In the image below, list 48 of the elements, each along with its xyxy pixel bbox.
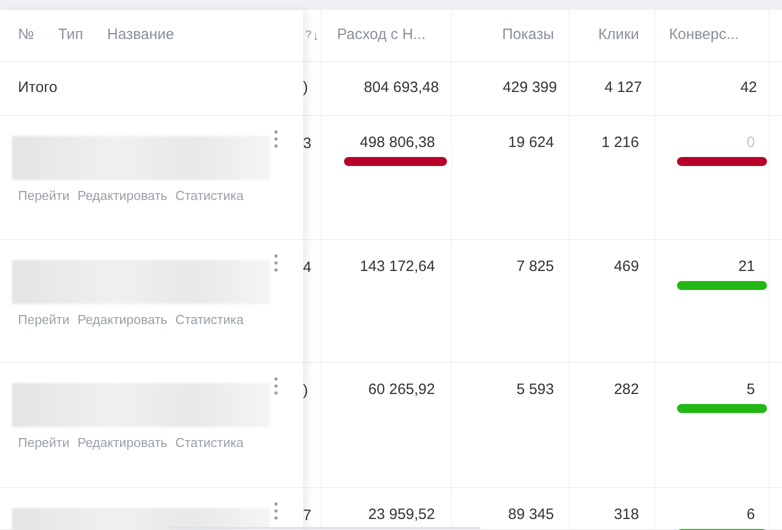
table-cell: 7 825 [516, 258, 554, 275]
table-cell: ) [303, 382, 308, 399]
table-cell: 1 216 [601, 134, 639, 151]
table-cell-text: 42 [740, 78, 757, 98]
table-cell: 7 [303, 507, 312, 524]
column-header[interactable]: Конверс... [669, 24, 739, 47]
table-cell: 60 265,92 [368, 381, 435, 398]
column-header[interactable]: Показы [502, 24, 554, 47]
more-icon[interactable] [274, 130, 278, 148]
table-cell: 469 [614, 258, 639, 275]
table-cell: 5 [746, 381, 755, 398]
sort-arrow[interactable]: ↓ [312, 26, 319, 46]
row-link[interactable]: Редактировать [78, 433, 168, 452]
table-cell-text: 4 127 [604, 78, 642, 98]
row-link[interactable]: Статистика [175, 433, 244, 452]
table-cell: 0 [746, 134, 755, 151]
row-link[interactable]: Редактировать [78, 186, 168, 206]
table-cell: 4 [303, 259, 312, 276]
table-cell: 89 345 [508, 506, 554, 523]
column-header[interactable]: Клики [598, 24, 639, 47]
table-cell: 498 806,38 [360, 134, 435, 151]
row-link[interactable]: Перейти [18, 310, 70, 330]
row-link[interactable]: Перейти [18, 433, 70, 452]
row-link[interactable]: Статистика [175, 186, 244, 206]
column-header[interactable]: Тип [58, 24, 84, 47]
table-cell: 282 [614, 381, 639, 398]
table-cell: 143 172,64 [360, 258, 435, 275]
total-label: Итого [18, 78, 58, 98]
table-cell: 21 [738, 258, 755, 275]
table-cell-text: 429 399 [502, 78, 557, 98]
more-icon[interactable] [274, 254, 278, 272]
column-header[interactable]: Расход с Н... [337, 24, 426, 47]
table-cell-text: 804 693,48 [364, 78, 439, 98]
table-cell: 3 [303, 135, 312, 152]
table-cell: 5 593 [516, 381, 554, 398]
table-cell: 19 624 [508, 134, 554, 151]
table-cell: 23 959,52 [368, 506, 435, 523]
row-link[interactable]: Статистика [175, 310, 244, 330]
column-header[interactable]: ? [305, 27, 312, 44]
table-cell-text: ) [303, 78, 308, 98]
row-link[interactable]: Редактировать [78, 310, 168, 330]
table-cell: 6 [746, 506, 755, 523]
column-header[interactable]: № [18, 24, 34, 47]
table-cell: 318 [614, 506, 639, 523]
more-icon[interactable] [274, 502, 278, 520]
row-link[interactable]: Перейти [18, 186, 70, 206]
column-header[interactable]: Название [107, 24, 174, 47]
more-icon[interactable] [274, 377, 278, 395]
